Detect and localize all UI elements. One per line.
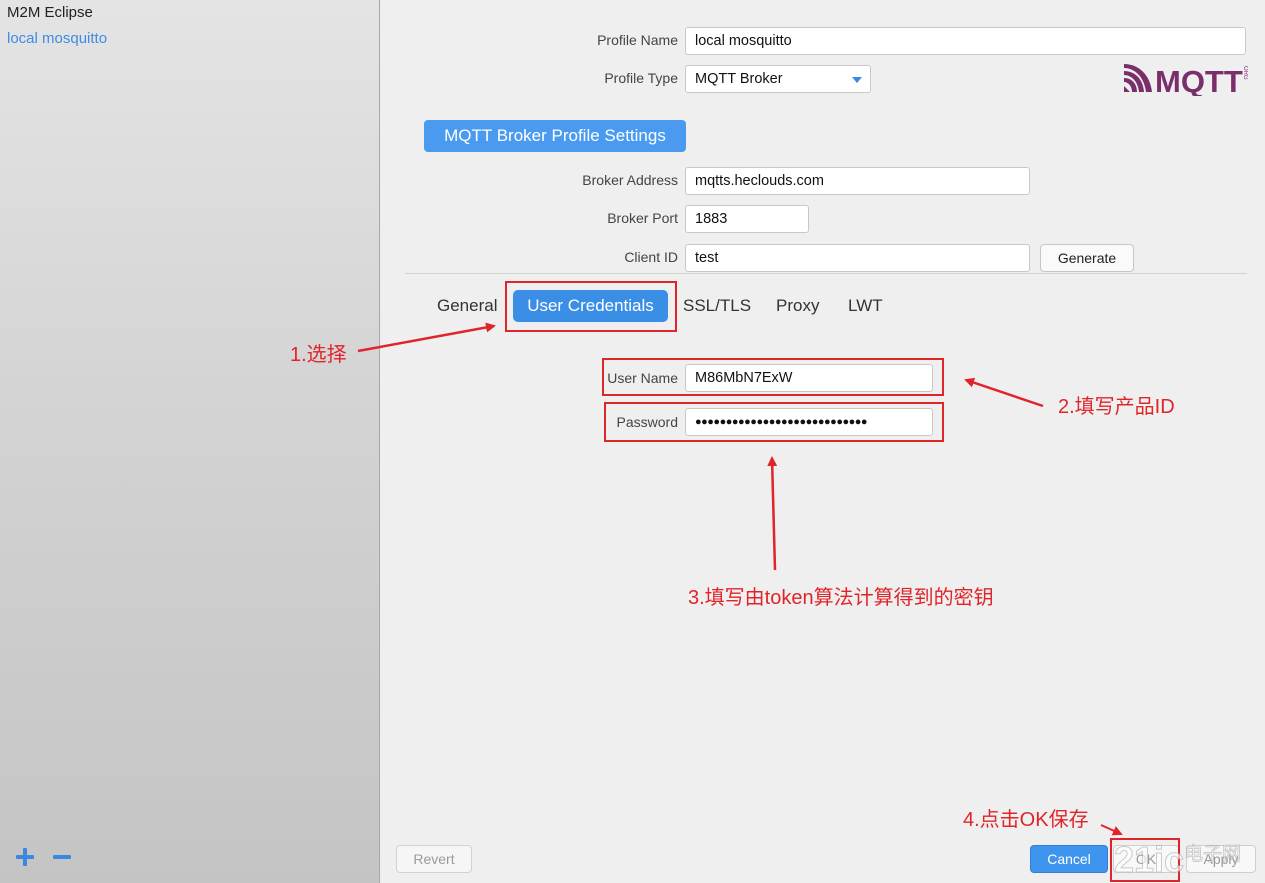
remove-profile-button[interactable]: [50, 844, 74, 870]
broker-profile-settings-heading[interactable]: MQTT Broker Profile Settings: [424, 120, 686, 152]
sidebar-item-local-mosquitto[interactable]: local mosquitto: [7, 30, 107, 47]
mqtt-logo-org: ORG: [1242, 66, 1248, 80]
tab-general[interactable]: General: [437, 296, 497, 316]
sidebar-item-m2m-eclipse[interactable]: M2M Eclipse: [7, 4, 93, 21]
profile-type-value: MQTT Broker: [695, 71, 783, 87]
watermark-logo: 21ic 电子网: [1114, 839, 1242, 881]
profile-type-select[interactable]: MQTT Broker: [685, 65, 871, 93]
client-id-input[interactable]: test: [685, 244, 1030, 272]
client-id-label: Client ID: [624, 249, 678, 265]
broker-port-label: Broker Port: [607, 210, 678, 226]
cancel-button[interactable]: Cancel: [1030, 845, 1108, 873]
mqtt-logo: MQTT ORG: [1124, 64, 1248, 96]
annotation-box-password: [604, 402, 944, 442]
profile-name-input[interactable]: local mosquitto: [685, 27, 1246, 55]
broker-address-label: Broker Address: [582, 172, 678, 188]
annotation-step4: 4.点击OK保存: [963, 809, 1089, 831]
revert-button[interactable]: Revert: [396, 845, 472, 873]
app-window: M2M Eclipse local mosquitto Profile Name…: [0, 0, 1265, 883]
tab-lwt[interactable]: LWT: [848, 296, 883, 316]
annotation-box-user-credentials: [505, 281, 677, 332]
mqtt-logo-waves: [1124, 64, 1152, 92]
divider: [405, 273, 1247, 274]
annotation-step1: 1.选择: [290, 344, 347, 366]
broker-port-input[interactable]: 1883: [685, 205, 809, 233]
tab-proxy[interactable]: Proxy: [776, 296, 819, 316]
watermark-text: 电子网: [1184, 843, 1241, 865]
mqtt-logo-text: MQTT: [1155, 64, 1243, 96]
add-profile-button[interactable]: [13, 844, 37, 870]
broker-address-input[interactable]: mqtts.heclouds.com: [685, 167, 1030, 195]
generate-button[interactable]: Generate: [1040, 244, 1134, 272]
profile-name-label: Profile Name: [597, 32, 678, 48]
profile-type-label: Profile Type: [604, 70, 678, 86]
watermark-brand: 21ic: [1114, 839, 1184, 880]
chevron-down-icon: [852, 77, 862, 83]
annotation-step3: 3.填写由token算法计算得到的密钥: [688, 587, 994, 609]
plus-icon-vertical: [23, 848, 27, 866]
tab-ssl-tls[interactable]: SSL/TLS: [683, 296, 751, 316]
annotation-box-user-name: [602, 358, 944, 396]
annotation-step2: 2.填写产品ID: [1058, 396, 1175, 418]
minus-icon: [53, 855, 71, 859]
profile-sidebar: M2M Eclipse local mosquitto: [0, 0, 380, 883]
